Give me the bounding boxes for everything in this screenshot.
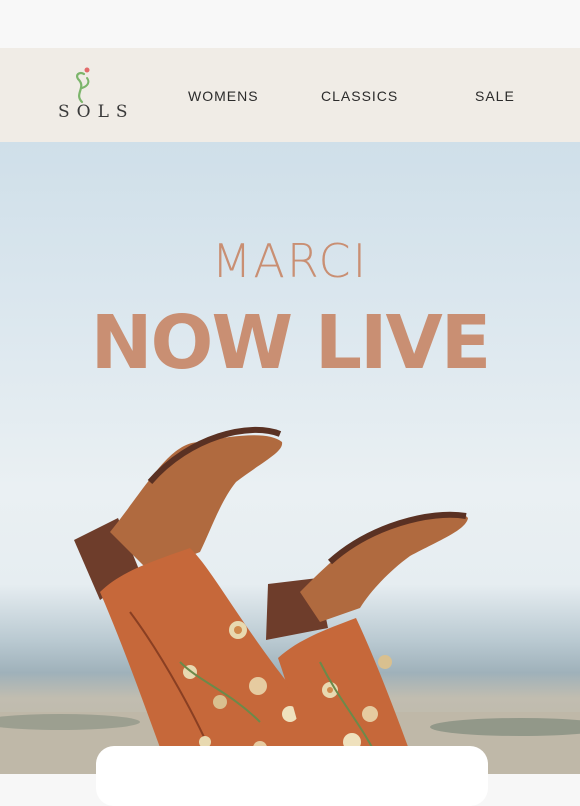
content-card — [96, 746, 488, 806]
hero-title: NOW LIVE — [90, 300, 492, 386]
cactus-logo-icon — [76, 67, 90, 104]
header-nav: SOLS WOMENS CLASSICS SALE — [0, 48, 580, 142]
brand-logo[interactable]: SOLS — [52, 64, 128, 126]
top-spacer — [0, 0, 580, 48]
boots-image — [0, 426, 580, 774]
brand-wordmark: SOLS — [58, 102, 135, 122]
hero-banner[interactable]: MARCI NOW LIVE — [0, 142, 580, 774]
nav-link-sale[interactable]: SALE — [475, 88, 515, 104]
hero-subtitle: MARCI — [211, 234, 369, 288]
nav-link-classics[interactable]: CLASSICS — [321, 88, 398, 104]
nav-link-womens[interactable]: WOMENS — [188, 88, 259, 104]
